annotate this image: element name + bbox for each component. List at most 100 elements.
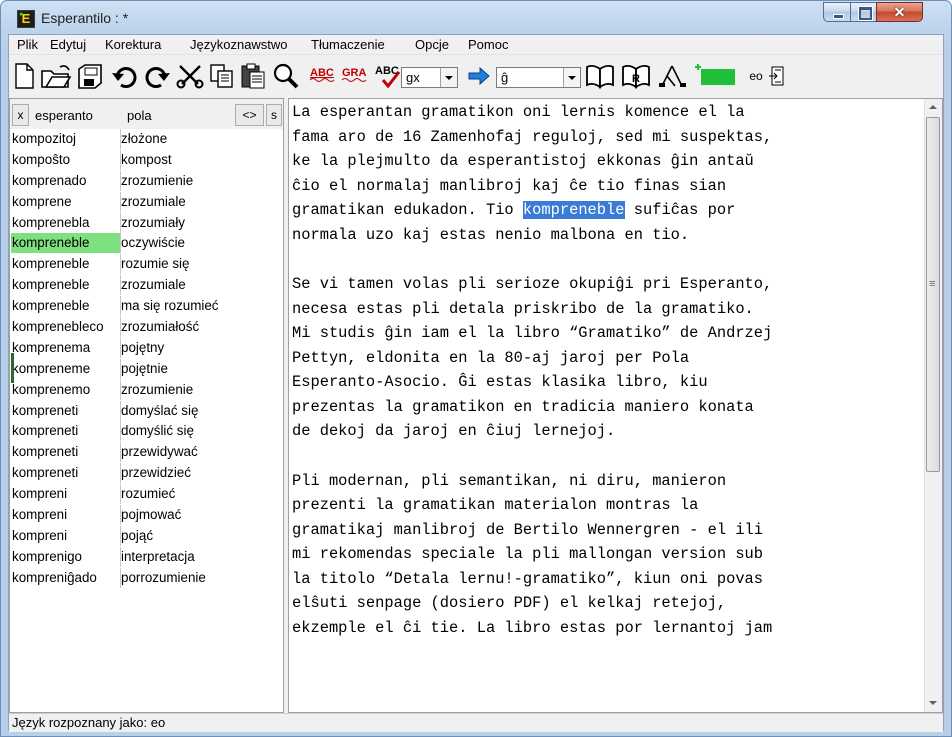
list-item[interactable]: komprenado zrozumienie	[11, 170, 283, 192]
open-folder-icon[interactable]	[39, 61, 73, 91]
list-item[interactable]: kompreniĝado porrozumienie	[11, 567, 283, 589]
editor-line: gramatikaj manlibroj de Bertilo Wennergr…	[292, 520, 764, 539]
list-item[interactable]: kompreneble ma się rozumieć	[11, 296, 283, 317]
list-item[interactable]: komprenema pojętny	[11, 337, 283, 359]
undo-icon[interactable]	[110, 61, 140, 91]
list-item[interactable]: kompreni pojmować	[11, 505, 283, 526]
esperanto-word: kompoŝto	[11, 149, 121, 170]
list-item[interactable]: kompreneti przewidzieć	[11, 463, 283, 484]
s-button[interactable]: s	[266, 104, 282, 126]
paste-icon[interactable]	[238, 61, 268, 91]
menu-bar: Plik Edytuj Korektura Językoznawstwo Tłu…	[9, 35, 943, 55]
list-item[interactable]: kompreneti przewidywać	[11, 442, 283, 463]
editor-line: ekzemple el ĉi tie. La libro estas por l…	[292, 618, 773, 637]
app-logo-icon: ● E	[17, 10, 35, 28]
save-icon[interactable]	[75, 61, 105, 91]
polish-translation: porrozumienie	[121, 569, 206, 585]
esperanto-word: komprenema	[11, 337, 121, 358]
scroll-up-icon[interactable]	[925, 99, 942, 116]
window-title: Esperantilo : *	[41, 10, 129, 26]
esperanto-word: komprenemo	[11, 379, 121, 400]
chevron-down-icon[interactable]	[563, 68, 580, 87]
dictionary-panel-header: x esperanto pola <> s	[10, 99, 283, 129]
menu-opcje[interactable]: Opcje	[415, 37, 449, 52]
list-item[interactable]: kompreneble oczywiście	[11, 233, 283, 254]
syntax-tree-icon[interactable]	[657, 61, 689, 91]
list-item[interactable]: kompreneble zrozumiale	[11, 275, 283, 296]
list-item[interactable]: komprenemo zrozumienie	[11, 379, 283, 401]
selected-word[interactable]: kompreneble	[522, 201, 625, 219]
vertical-scrollbar[interactable]	[924, 99, 942, 712]
splitter-handle[interactable]	[11, 353, 14, 383]
polish-translation: przewidzieć	[121, 465, 191, 481]
status-bar: Język rozpoznany jako: eo	[9, 713, 943, 732]
list-item[interactable]: komprenebla zrozumiały	[11, 212, 283, 234]
editor-text[interactable]: La esperantan gramatikon oni lernis kome…	[292, 100, 924, 640]
editor-line: Mi studis ĝin iam el la libro “Gramatiko…	[292, 324, 773, 342]
minimize-button[interactable]	[823, 2, 851, 22]
chevron-down-icon[interactable]	[440, 68, 457, 87]
close-icon: ✕	[893, 4, 906, 20]
swap-languages-button[interactable]: <>	[235, 104, 264, 126]
polish-translation: kompost	[121, 151, 172, 167]
text-editor[interactable]: La esperantan gramatikon oni lernis kome…	[288, 98, 943, 713]
search-icon[interactable]	[271, 61, 301, 91]
combo-language-2[interactable]: ĝ	[496, 67, 581, 88]
scroll-thumb[interactable]	[926, 117, 940, 472]
menu-edytuj[interactable]: Edytuj	[50, 37, 86, 52]
word-list[interactable]: kompozitoj złożone kompoŝto kompost komprena…	[11, 129, 283, 589]
title-bar[interactable]: ● E Esperantilo : * ✕	[1, 1, 951, 35]
list-item[interactable]: kompreni rozumieć	[11, 484, 283, 505]
dictionary-book-icon[interactable]: R	[619, 61, 653, 91]
spellcheck-abc-icon[interactable]: ABC	[308, 61, 338, 91]
arrow-right-icon[interactable]	[466, 61, 492, 91]
svg-text:ABC: ABC	[310, 67, 334, 79]
toolbar: ABC GRA ABC gx ĝ R eo	[9, 55, 943, 95]
editor-line: prezentas la gramatikon en tradicia mani…	[292, 397, 754, 416]
combo-language-1[interactable]: gx	[401, 67, 458, 88]
menu-korektura[interactable]: Korektura	[105, 37, 161, 52]
polish-translation: domyślić się	[121, 423, 194, 439]
green-box-icon[interactable]	[692, 61, 738, 91]
list-item[interactable]: kompreneble rozumie się	[11, 254, 283, 275]
list-item[interactable]: kompoŝto kompost	[11, 149, 283, 171]
scroll-down-icon[interactable]	[925, 695, 942, 712]
polish-translation: pojętny	[121, 339, 165, 355]
menu-pomoc[interactable]: Pomoc	[468, 37, 508, 52]
list-item[interactable]: kompozitoj złożone	[11, 129, 283, 150]
editor-line: ĉio el normalaj manlibroj kaj ĉe tio fin…	[292, 176, 727, 195]
panel-close-button[interactable]: x	[12, 104, 29, 126]
list-item[interactable]: komprenebleco zrozumiałość	[11, 317, 283, 338]
list-item[interactable]: komprenigo interpretacja	[11, 546, 283, 568]
esperanto-word: kompreneme	[11, 358, 121, 379]
maximize-button[interactable]	[850, 2, 877, 22]
list-item[interactable]: komprene zrozumiale	[11, 191, 283, 213]
esperanto-word: komprenebleco	[11, 317, 121, 338]
list-item[interactable]: kompreneme pojętnie	[11, 358, 283, 380]
polish-translation: pojąć	[121, 527, 154, 543]
paragraph-1: La esperantan gramatikon oni lernis kome…	[292, 100, 924, 198]
grammar-gra-icon[interactable]: GRA	[340, 61, 372, 91]
menu-plik[interactable]: Plik	[17, 37, 38, 52]
status-text: Język rozpoznany jako: eo	[12, 715, 166, 730]
esperanto-word: kompreneble	[11, 254, 121, 275]
editor-line: gramatikan edukadon. Tio kompreneble suf…	[292, 198, 924, 223]
polish-translation: przewidywać	[121, 444, 198, 460]
list-item[interactable]: kompreneti domyślać się	[11, 400, 283, 422]
editor-line: elŝuti senpage (dosiero PDF) el kelkaj r…	[292, 594, 727, 612]
new-file-icon[interactable]	[11, 61, 37, 91]
menu-tlumaczenie[interactable]: Tłumaczenie	[311, 37, 385, 52]
export-icon[interactable]	[767, 61, 785, 91]
close-button[interactable]: ✕	[876, 2, 923, 22]
copy-icon[interactable]	[208, 61, 236, 91]
list-item[interactable]: kompreni pojąć	[11, 525, 283, 547]
polish-translation: zrozumiały	[121, 214, 185, 230]
list-item[interactable]: kompreneti domyślić się	[11, 421, 283, 442]
cut-icon[interactable]	[175, 61, 205, 91]
polish-translation: rozumie się	[121, 256, 190, 272]
redo-icon[interactable]	[142, 61, 172, 91]
menu-jezykoznawstwo[interactable]: Językoznawstwo	[190, 37, 288, 52]
svg-text:R: R	[632, 73, 640, 85]
polish-translation: zrozumienie	[121, 172, 194, 188]
book-icon[interactable]	[583, 61, 617, 91]
